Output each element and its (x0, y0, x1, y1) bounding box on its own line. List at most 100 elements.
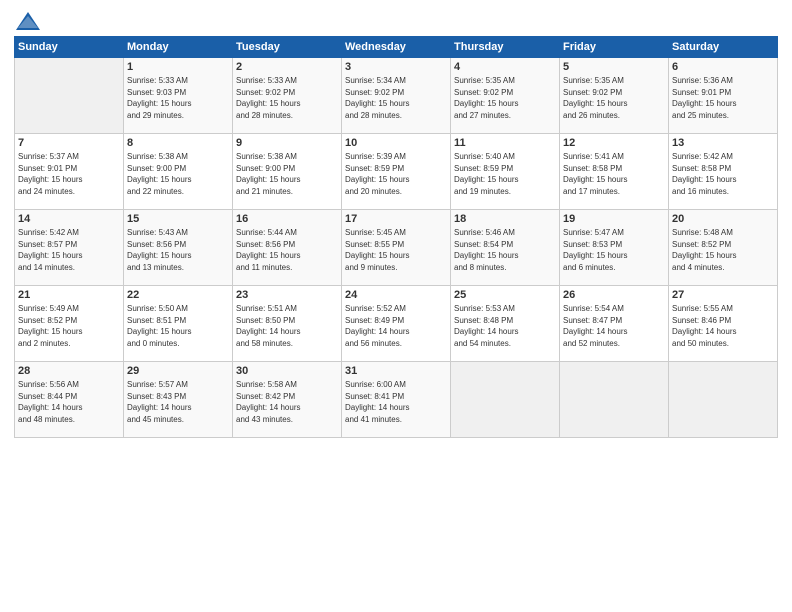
weekday-header: Friday (560, 37, 669, 58)
day-info: Sunrise: 5:43 AM Sunset: 8:56 PM Dayligh… (127, 227, 229, 273)
calendar-cell: 4 Sunrise: 5:35 AM Sunset: 9:02 PM Daylig… (451, 58, 560, 134)
day-info: Sunrise: 5:33 AM Sunset: 9:02 PM Dayligh… (236, 75, 338, 121)
calendar-cell: 17Sunrise: 5:45 AM Sunset: 8:55 PM Dayli… (342, 210, 451, 286)
day-info: Sunrise: 5:41 AM Sunset: 8:58 PM Dayligh… (563, 151, 665, 197)
calendar-cell (669, 362, 778, 438)
day-number: 30 (236, 365, 338, 377)
day-info: Sunrise: 5:38 AM Sunset: 9:00 PM Dayligh… (127, 151, 229, 197)
page-container: SundayMondayTuesdayWednesdayThursdayFrid… (0, 0, 792, 444)
day-info: Sunrise: 5:42 AM Sunset: 8:58 PM Dayligh… (672, 151, 774, 197)
calendar-cell: 13Sunrise: 5:42 AM Sunset: 8:58 PM Dayli… (669, 134, 778, 210)
calendar-cell: 12 Sunrise: 5:41 AM Sunset: 8:58 PM Dayli… (560, 134, 669, 210)
calendar-week-row: 7 Sunrise: 5:37 AM Sunset: 9:01 PM Daylig… (15, 134, 778, 210)
day-number: 26 (563, 289, 665, 301)
calendar-cell: 28 Sunrise: 5:56 AM Sunset: 8:44 PM Dayli… (15, 362, 124, 438)
calendar-cell: 22 Sunrise: 5:50 AM Sunset: 8:51 PM Dayli… (124, 286, 233, 362)
day-info: Sunrise: 5:50 AM Sunset: 8:51 PM Dayligh… (127, 303, 229, 349)
calendar-cell: 27 Sunrise: 5:55 AM Sunset: 8:46 PM Dayli… (669, 286, 778, 362)
day-number: 14 (18, 213, 120, 225)
calendar-cell: 16Sunrise: 5:44 AM Sunset: 8:56 PM Dayli… (233, 210, 342, 286)
calendar-week-row: 28 Sunrise: 5:56 AM Sunset: 8:44 PM Dayli… (15, 362, 778, 438)
calendar-cell: 15 Sunrise: 5:43 AM Sunset: 8:56 PM Dayli… (124, 210, 233, 286)
day-number: 6 (672, 61, 774, 73)
calendar-cell: 3 Sunrise: 5:34 AM Sunset: 9:02 PM Daylig… (342, 58, 451, 134)
day-info: Sunrise: 5:42 AM Sunset: 8:57 PM Dayligh… (18, 227, 120, 273)
day-info: Sunrise: 5:38 AM Sunset: 9:00 PM Dayligh… (236, 151, 338, 197)
day-number: 8 (127, 137, 229, 149)
day-number: 5 (563, 61, 665, 73)
day-info: Sunrise: 5:52 AM Sunset: 8:49 PM Dayligh… (345, 303, 447, 349)
day-number: 12 (563, 137, 665, 149)
day-info: Sunrise: 5:49 AM Sunset: 8:52 PM Dayligh… (18, 303, 120, 349)
day-number: 10 (345, 137, 447, 149)
calendar-cell: 19 Sunrise: 5:47 AM Sunset: 8:53 PM Dayli… (560, 210, 669, 286)
day-info: Sunrise: 5:58 AM Sunset: 8:42 PM Dayligh… (236, 379, 338, 425)
day-number: 22 (127, 289, 229, 301)
day-info: Sunrise: 5:35 AM Sunset: 9:02 PM Dayligh… (454, 75, 556, 121)
day-number: 28 (18, 365, 120, 377)
calendar-cell: 23 Sunrise: 5:51 AM Sunset: 8:50 PM Dayli… (233, 286, 342, 362)
day-info: Sunrise: 5:55 AM Sunset: 8:46 PM Dayligh… (672, 303, 774, 349)
calendar-cell (451, 362, 560, 438)
day-info: Sunrise: 5:57 AM Sunset: 8:43 PM Dayligh… (127, 379, 229, 425)
day-number: 18 (454, 213, 556, 225)
weekday-header: Saturday (669, 37, 778, 58)
day-number: 19 (563, 213, 665, 225)
day-info: Sunrise: 5:54 AM Sunset: 8:47 PM Dayligh… (563, 303, 665, 349)
calendar-week-row: 21 Sunrise: 5:49 AM Sunset: 8:52 PM Dayli… (15, 286, 778, 362)
calendar-cell: 24 Sunrise: 5:52 AM Sunset: 8:49 PM Dayli… (342, 286, 451, 362)
day-number: 31 (345, 365, 447, 377)
calendar-cell: 7 Sunrise: 5:37 AM Sunset: 9:01 PM Daylig… (15, 134, 124, 210)
day-number: 29 (127, 365, 229, 377)
day-number: 27 (672, 289, 774, 301)
day-info: Sunrise: 5:44 AM Sunset: 8:56 PM Dayligh… (236, 227, 338, 273)
day-info: Sunrise: 5:34 AM Sunset: 9:02 PM Dayligh… (345, 75, 447, 121)
weekday-header: Tuesday (233, 37, 342, 58)
day-info: Sunrise: 5:37 AM Sunset: 9:01 PM Dayligh… (18, 151, 120, 197)
weekday-header: Wednesday (342, 37, 451, 58)
calendar-cell: 21 Sunrise: 5:49 AM Sunset: 8:52 PM Dayli… (15, 286, 124, 362)
calendar-cell: 25Sunrise: 5:53 AM Sunset: 8:48 PM Dayli… (451, 286, 560, 362)
day-info: Sunrise: 5:39 AM Sunset: 8:59 PM Dayligh… (345, 151, 447, 197)
calendar-cell: 10 Sunrise: 5:39 AM Sunset: 8:59 PM Dayli… (342, 134, 451, 210)
day-number: 4 (454, 61, 556, 73)
day-number: 7 (18, 137, 120, 149)
day-info: Sunrise: 5:48 AM Sunset: 8:52 PM Dayligh… (672, 227, 774, 273)
calendar-cell: 30 Sunrise: 5:58 AM Sunset: 8:42 PM Dayli… (233, 362, 342, 438)
calendar-cell: 11 Sunrise: 5:40 AM Sunset: 8:59 PM Dayli… (451, 134, 560, 210)
day-info: Sunrise: 5:35 AM Sunset: 9:02 PM Dayligh… (563, 75, 665, 121)
calendar-cell (560, 362, 669, 438)
calendar-cell: 31 Sunrise: 6:00 AM Sunset: 8:41 PM Dayli… (342, 362, 451, 438)
header (14, 10, 778, 32)
calendar-cell: 20 Sunrise: 5:48 AM Sunset: 8:52 PM Dayli… (669, 210, 778, 286)
weekday-header: Sunday (15, 37, 124, 58)
day-number: 24 (345, 289, 447, 301)
day-number: 23 (236, 289, 338, 301)
calendar-cell: 29 Sunrise: 5:57 AM Sunset: 8:43 PM Dayli… (124, 362, 233, 438)
day-number: 21 (18, 289, 120, 301)
day-info: Sunrise: 5:36 AM Sunset: 9:01 PM Dayligh… (672, 75, 774, 121)
calendar-cell: 5 Sunrise: 5:35 AM Sunset: 9:02 PM Daylig… (560, 58, 669, 134)
day-number: 1 (127, 61, 229, 73)
day-info: Sunrise: 5:46 AM Sunset: 8:54 PM Dayligh… (454, 227, 556, 273)
day-number: 11 (454, 137, 556, 149)
calendar-cell: 8 Sunrise: 5:38 AM Sunset: 9:00 PM Daylig… (124, 134, 233, 210)
day-info: Sunrise: 5:56 AM Sunset: 8:44 PM Dayligh… (18, 379, 120, 425)
day-info: Sunrise: 5:40 AM Sunset: 8:59 PM Dayligh… (454, 151, 556, 197)
day-number: 20 (672, 213, 774, 225)
day-info: Sunrise: 5:47 AM Sunset: 8:53 PM Dayligh… (563, 227, 665, 273)
calendar-cell (15, 58, 124, 134)
calendar-table: SundayMondayTuesdayWednesdayThursdayFrid… (14, 36, 778, 438)
day-info: Sunrise: 5:53 AM Sunset: 8:48 PM Dayligh… (454, 303, 556, 349)
calendar-week-row: 14 Sunrise: 5:42 AM Sunset: 8:57 PM Dayli… (15, 210, 778, 286)
day-info: Sunrise: 5:51 AM Sunset: 8:50 PM Dayligh… (236, 303, 338, 349)
day-info: Sunrise: 5:33 AM Sunset: 9:03 PM Dayligh… (127, 75, 229, 121)
day-number: 3 (345, 61, 447, 73)
logo-icon (14, 10, 42, 32)
calendar-cell: 2 Sunrise: 5:33 AM Sunset: 9:02 PM Daylig… (233, 58, 342, 134)
weekday-header-row: SundayMondayTuesdayWednesdayThursdayFrid… (15, 37, 778, 58)
day-number: 15 (127, 213, 229, 225)
day-number: 2 (236, 61, 338, 73)
calendar-cell: 1 Sunrise: 5:33 AM Sunset: 9:03 PM Daylig… (124, 58, 233, 134)
day-info: Sunrise: 6:00 AM Sunset: 8:41 PM Dayligh… (345, 379, 447, 425)
